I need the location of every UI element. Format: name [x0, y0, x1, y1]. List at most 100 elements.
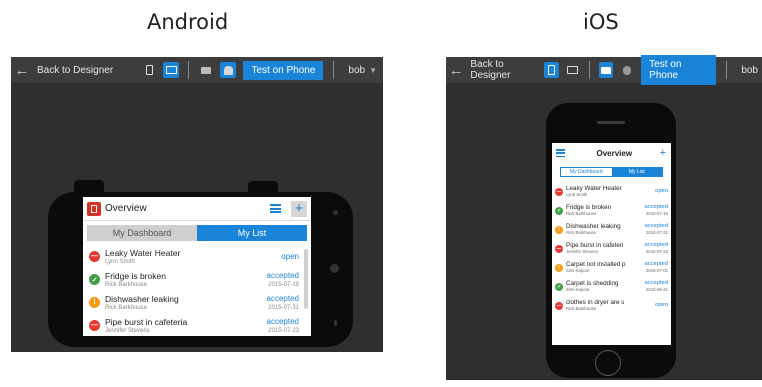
tablet-view-button[interactable] — [163, 62, 180, 78]
item-title: clothes in dryer are s — [566, 299, 625, 306]
item-date: 2015-07-31 — [268, 304, 299, 311]
add-button[interactable]: + — [291, 200, 307, 217]
page-title: Overview — [105, 203, 147, 214]
list-item[interactable]: — Leaky Water Heater Lynn Smith open — [552, 182, 671, 201]
keyboard-view-button[interactable] — [598, 62, 614, 78]
list-item[interactable]: — Pipe burst in cafeteri Jennifer Stevens a… — [552, 239, 671, 258]
item-status: accepted — [266, 293, 299, 303]
status-icon: ! — [89, 297, 100, 308]
apple-platform-button[interactable] — [619, 62, 634, 78]
list-item[interactable]: ! Carpet not installed p Simi Kapoor accept… — [552, 258, 671, 277]
apple-icon — [622, 65, 631, 75]
menu-icon[interactable] — [270, 204, 281, 213]
item-status: accepted — [644, 280, 668, 286]
plus-icon[interactable]: + — [660, 147, 666, 159]
phone-view-button[interactable] — [543, 62, 559, 78]
status-icon: ! — [555, 225, 563, 234]
status-icon: — — [89, 251, 100, 262]
status-icon: ✓ — [555, 282, 563, 291]
status-icon: ✓ — [555, 206, 563, 215]
status-icon: — — [555, 244, 563, 253]
back-arrow-icon[interactable]: ← — [11, 62, 33, 79]
item-date: 2015-07-19 — [646, 211, 668, 216]
list-item[interactable]: ✓ Carpet is shedding Simi Kapoor accepted 20… — [552, 277, 671, 296]
tablet-view-button[interactable] — [565, 62, 580, 78]
item-person: Jennifer Stevens — [105, 327, 150, 334]
tab-my-list[interactable]: My List — [197, 225, 307, 241]
list-item[interactable]: ! Dishwasher leaking Rick Barkhouse accepte… — [83, 291, 303, 314]
ticket-list: — Leaky Water Heater Lynn Smith open ✓ Fridge… — [83, 245, 311, 336]
item-person: Rick Barkhouse — [566, 211, 597, 216]
toolbar-divider — [333, 61, 335, 79]
item-main: Fridge is broken Rick Barkhouse — [566, 204, 644, 217]
app-header: Overview + — [83, 197, 311, 221]
keyboard-icon — [600, 66, 611, 74]
item-date: 2015-07-23 — [268, 327, 299, 334]
tablet-icon — [566, 66, 578, 74]
tab-bar: My Dashboard My List — [87, 225, 307, 241]
item-date: 2015-07-01 — [646, 268, 668, 273]
speaker-icon — [597, 121, 625, 124]
item-main: Dishwasher leaking Rick Barkhouse — [105, 294, 267, 312]
android-platform-button[interactable] — [220, 62, 237, 78]
test-on-phone-button[interactable]: Test on Phone — [243, 60, 324, 80]
ticket-list: — Leaky Water Heater Lynn Smith open ✓ Fridge… — [552, 182, 671, 315]
list-item[interactable]: ✓ Fridge is broken Rick Barkhouse accepted 2… — [83, 268, 303, 291]
item-meta: accepted 2015-07-23 — [267, 317, 299, 335]
chevron-down-icon[interactable]: ▼ — [369, 66, 377, 75]
toolbar-divider — [588, 61, 590, 79]
status-icon: ✓ — [89, 274, 100, 285]
item-meta: open — [655, 302, 668, 309]
tab-my-dashboard[interactable]: My Dashboard — [561, 168, 612, 176]
toolbar-divider — [726, 61, 728, 79]
ios-heading: iOS — [583, 10, 619, 34]
item-status: accepted — [266, 316, 299, 326]
item-status: accepted — [644, 242, 668, 248]
home-button[interactable] — [595, 350, 621, 376]
list-item[interactable]: ✓ Fridge is broken Rick Barkhouse accepted 2… — [552, 201, 671, 220]
item-status: open — [655, 188, 668, 194]
item-main: clothes in dryer are s Rick Barkhouse — [566, 299, 655, 312]
phone-icon — [145, 65, 153, 75]
tablet-icon — [165, 66, 177, 74]
item-title: Dishwasher leaking — [105, 293, 179, 304]
item-meta: open — [281, 252, 299, 262]
user-menu[interactable]: bob — [348, 65, 365, 76]
scrollbar[interactable] — [304, 249, 308, 309]
list-item[interactable]: ! Dishwasher leaking Rick Barkhouse accepte… — [552, 220, 671, 239]
test-on-phone-button[interactable]: Test on Phone — [641, 55, 717, 85]
status-icon: ! — [555, 263, 563, 272]
phone-icon — [547, 65, 555, 75]
tab-my-list[interactable]: My List — [611, 168, 662, 176]
user-menu[interactable]: bob — [741, 65, 758, 76]
keyboard-view-button[interactable] — [198, 62, 214, 78]
back-arrow-icon[interactable]: ← — [446, 62, 466, 79]
item-status: open — [655, 302, 668, 308]
item-person: Rick Barkhouse — [105, 304, 148, 311]
menu-icon[interactable] — [556, 149, 565, 157]
ios-app-screen: Overview + My Dashboard My List — Leaky W… — [552, 143, 671, 345]
phone-view-button[interactable] — [141, 62, 157, 78]
sensor-icon — [334, 320, 337, 326]
item-status: accepted — [644, 223, 668, 229]
list-item[interactable]: — Pipe burst in cafeteria Jennifer Stevens… — [83, 314, 303, 336]
list-item[interactable]: — Leaky Water Heater Lynn Smith open — [83, 245, 303, 268]
list-item[interactable]: — clothes in dryer are s Rick Barkhouse ope… — [552, 296, 671, 315]
home-button[interactable] — [330, 264, 339, 273]
back-to-designer-link[interactable]: Back to Designer — [470, 59, 541, 81]
item-meta: accepted 2015-07-19 — [267, 271, 299, 289]
page-title: Overview — [596, 148, 633, 158]
status-icon: — — [89, 320, 100, 331]
item-date: 2015-07-31 — [646, 230, 668, 235]
item-meta: accepted 2015-07-31 — [644, 223, 668, 236]
app-logo-icon — [87, 201, 101, 216]
item-date: 2015-07-19 — [268, 281, 299, 288]
item-main: Pipe burst in cafeteri Jennifer Stevens — [566, 242, 644, 255]
android-heading: Android — [147, 10, 229, 34]
item-status: accepted — [266, 270, 299, 280]
tab-my-dashboard[interactable]: My Dashboard — [87, 225, 197, 241]
item-status: accepted — [644, 261, 668, 267]
back-to-designer-link[interactable]: Back to Designer — [37, 65, 113, 76]
item-title: Dishwasher leaking — [566, 223, 621, 230]
item-main: Carpet not installed p Simi Kapoor — [566, 261, 644, 274]
